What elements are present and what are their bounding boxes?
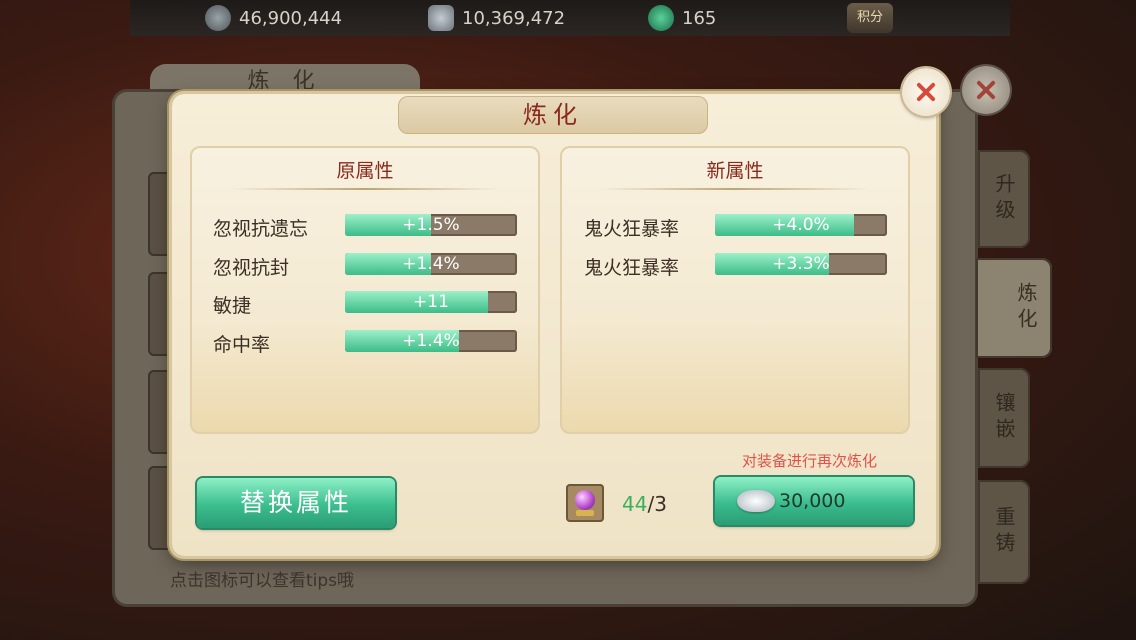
new-attributes-panel: 新属性 (560, 146, 910, 434)
silver-ingot-amount: 10,369,472 (462, 7, 566, 29)
original-attributes-panel: 原属性 (190, 146, 540, 434)
attribute-bar: +1.5% (345, 214, 517, 236)
refine-note: 对装备进行再次炼化 (742, 452, 878, 470)
jade-amount: 165 (682, 7, 717, 29)
jade-counter: 165 (648, 4, 716, 32)
refine-cost: 30,000 (779, 490, 846, 512)
material-have: 44 (622, 492, 648, 516)
silver-ingot-counter: 10,369,472 (428, 4, 565, 32)
silver-ingot-icon (428, 5, 454, 31)
tab-recast[interactable]: 重铸 (978, 480, 1030, 584)
refine-material-slot[interactable] (566, 484, 604, 522)
attribute-label: 敏捷 (213, 295, 252, 317)
refine-again-button[interactable]: 30,000 (715, 477, 913, 525)
attribute-row: 命中率 +1.4% (213, 330, 519, 356)
score-button[interactable]: 积分 (847, 3, 893, 33)
jade-icon (648, 5, 674, 31)
attribute-row: 忽视抗封 +1.4% (213, 253, 519, 279)
silver-coin-counter: 46,900,444 (205, 4, 342, 32)
divider (230, 188, 500, 190)
attribute-bar: +1.4% (345, 330, 517, 352)
attribute-bar: +4.0% (715, 214, 887, 236)
attribute-row: 鬼火狂暴率 +3.3% (584, 253, 890, 279)
new-attributes-heading: 新属性 (706, 160, 764, 182)
attribute-row: 敏捷 +11 (213, 291, 519, 317)
close-icon[interactable] (902, 68, 950, 116)
silver-coin-amount: 46,900,444 (239, 7, 343, 29)
tab-upgrade[interactable]: 升级 (978, 150, 1030, 248)
replace-attributes-button[interactable]: 替换属性 (197, 478, 395, 528)
orb-stand (576, 510, 594, 516)
attribute-label: 鬼火狂暴率 (584, 257, 680, 279)
material-count: 44/3 (622, 492, 667, 516)
tab-refine[interactable]: 炼化 (976, 258, 1052, 358)
material-need: /3 (647, 492, 667, 516)
attribute-bar: +1.4% (345, 253, 517, 275)
attribute-value: +1.4% (402, 254, 460, 274)
attribute-label: 命中率 (213, 334, 271, 356)
silver-coin-icon (205, 5, 231, 31)
divider (600, 188, 870, 190)
attribute-row: 忽视抗遗忘 +1.5% (213, 214, 519, 240)
attribute-label: 鬼火狂暴率 (584, 218, 680, 240)
attribute-value: +1.5% (402, 215, 460, 235)
attribute-value: +3.3% (772, 254, 830, 274)
dialog-title: 炼化 (523, 101, 583, 129)
attribute-value: +4.0% (772, 215, 830, 235)
attribute-label: 忽视抗遗忘 (213, 218, 309, 240)
attribute-bar: +3.3% (715, 253, 887, 275)
tab-inlay[interactable]: 镶嵌 (978, 368, 1030, 468)
attribute-row: 鬼火狂暴率 +4.0% (584, 214, 890, 240)
attribute-value: +11 (413, 292, 449, 312)
original-attributes-heading: 原属性 (336, 160, 394, 182)
attribute-label: 忽视抗封 (213, 257, 290, 279)
tips-hint: 点击图标可以查看tips哦 (170, 571, 355, 591)
background-close-icon[interactable] (962, 66, 1010, 114)
attribute-bar: +11 (345, 291, 517, 313)
silver-ingot-icon (737, 490, 775, 512)
crystal-orb-icon (575, 490, 595, 510)
attribute-value: +1.4% (402, 331, 460, 351)
